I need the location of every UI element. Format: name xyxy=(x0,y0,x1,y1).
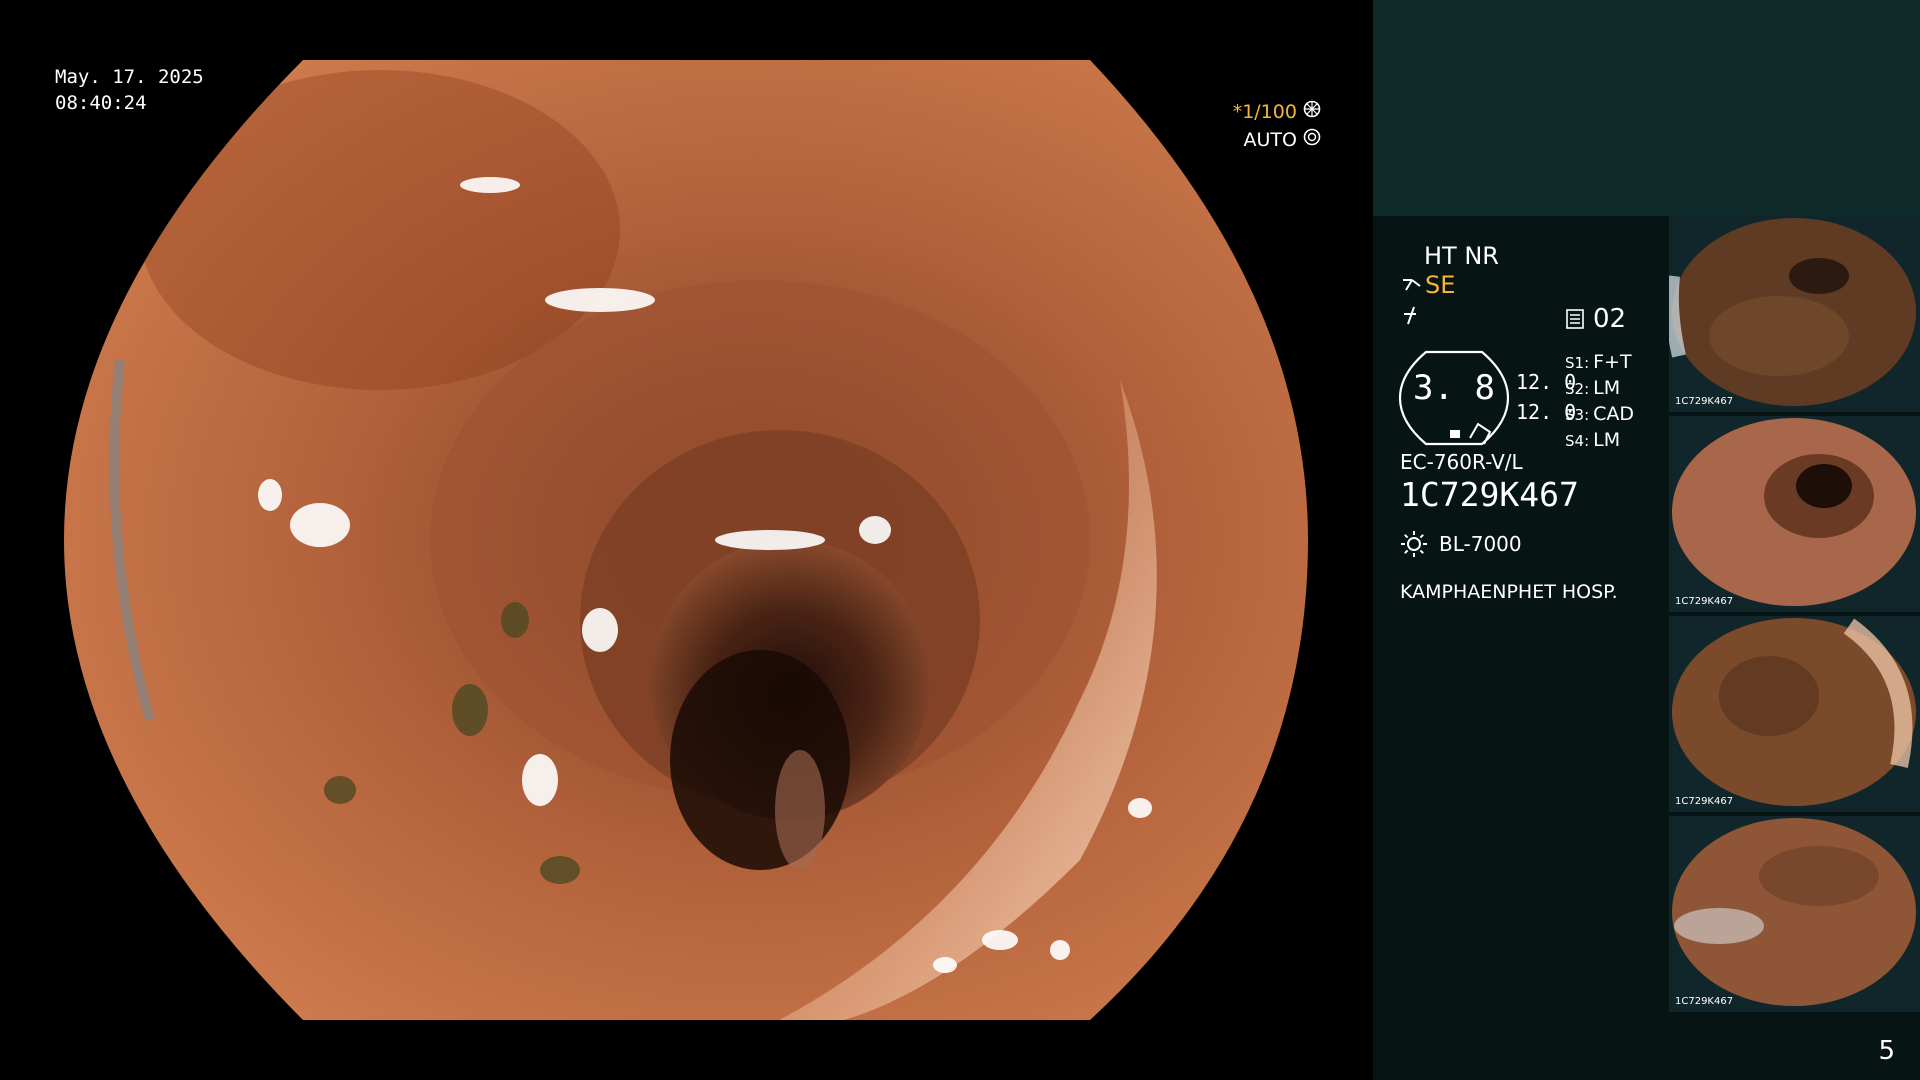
switch-value: LM xyxy=(1593,429,1621,451)
endoscopy-view: May. 17. 2025 08:40:24 *1/100 AUTO xyxy=(0,0,1373,1080)
endoscopy-image xyxy=(64,60,1308,1020)
thumbnail-image: 1C729K467 xyxy=(1672,418,1916,607)
side-info-panel: HT NR SE 02 3. 8 12. 0 12. 0 S1: F+T S2: L… xyxy=(1373,216,1920,1080)
switch-row: S2: LM xyxy=(1565,376,1634,402)
date-text: May. 17. 2025 xyxy=(55,66,204,88)
processor-info: HT NR SE 02 3. 8 12. 0 12. 0 S1: F+T S2: L… xyxy=(1373,216,1673,716)
scope-serial: 1C729K467 xyxy=(1400,475,1579,514)
thumbnail-label: 1C729K467 xyxy=(1675,796,1733,807)
thumbnail-image: 1C729K467 xyxy=(1669,218,1916,407)
switch-key: S1: xyxy=(1565,354,1590,372)
thumbnail[interactable]: 1C729K467 xyxy=(1669,416,1920,612)
hospital-name: KAMPHAENPHET HOSP. xyxy=(1400,581,1618,603)
thumbnail-label: 1C729K467 xyxy=(1675,396,1733,407)
shutter-speed: *1/100 xyxy=(1232,101,1297,123)
enhance-mode: SE xyxy=(1425,271,1456,299)
mode-line: HT NR xyxy=(1424,242,1499,270)
light-source: BL-7000 xyxy=(1439,532,1522,556)
thumbnail[interactable]: 1C729K467 xyxy=(1669,816,1920,1012)
switch-row: S4: LM xyxy=(1565,428,1634,454)
switch-value: CAD xyxy=(1593,403,1635,425)
shutter-row: *1/100 xyxy=(1233,98,1321,126)
side-header-panel xyxy=(1373,0,1920,216)
auto-dial-icon xyxy=(1303,128,1321,146)
thumbnail-label: 1C729K467 xyxy=(1675,596,1733,607)
capture-count: 02 xyxy=(1593,304,1627,334)
time-text: 08:40:24 xyxy=(55,92,147,114)
switch-value: F+T xyxy=(1593,351,1632,373)
switch-key: S2: xyxy=(1565,380,1590,398)
exposure-mode: AUTO xyxy=(1243,129,1297,151)
thumbnail-image: 1C729K467 xyxy=(1672,618,1916,807)
freeze-icon xyxy=(1404,306,1416,325)
light-mode-icon xyxy=(1403,279,1421,291)
datetime-overlay: May. 17. 2025 08:40:24 xyxy=(55,64,204,116)
shutter-dial-icon xyxy=(1303,100,1321,118)
switch-value: LM xyxy=(1593,377,1621,399)
switch-key: S4: xyxy=(1565,432,1590,450)
switch-row: S3: CAD xyxy=(1565,402,1634,428)
thumbnail[interactable]: 1C729K467 xyxy=(1669,616,1920,812)
shutter-overlay: *1/100 AUTO xyxy=(1233,98,1321,154)
gauge-value: 3. 8 xyxy=(1413,368,1495,408)
thumbnail-label: 1C729K467 xyxy=(1675,996,1733,1007)
switch-row: S1: F+T xyxy=(1565,350,1634,376)
scope-model: EC-760R-V/L xyxy=(1400,450,1523,474)
thumbnail[interactable]: 1C729K467 xyxy=(1669,216,1920,412)
exposure-row: AUTO xyxy=(1233,126,1321,154)
switch-list: S1: F+T S2: LM S3: CAD S4: LM xyxy=(1565,350,1634,454)
switch-key: S3: xyxy=(1565,406,1590,424)
capture-icon xyxy=(1566,309,1584,329)
lamp-icon xyxy=(1401,531,1427,557)
page-number: 5 xyxy=(1878,1036,1895,1066)
thumbnail-image: 1C729K467 xyxy=(1672,818,1916,1007)
